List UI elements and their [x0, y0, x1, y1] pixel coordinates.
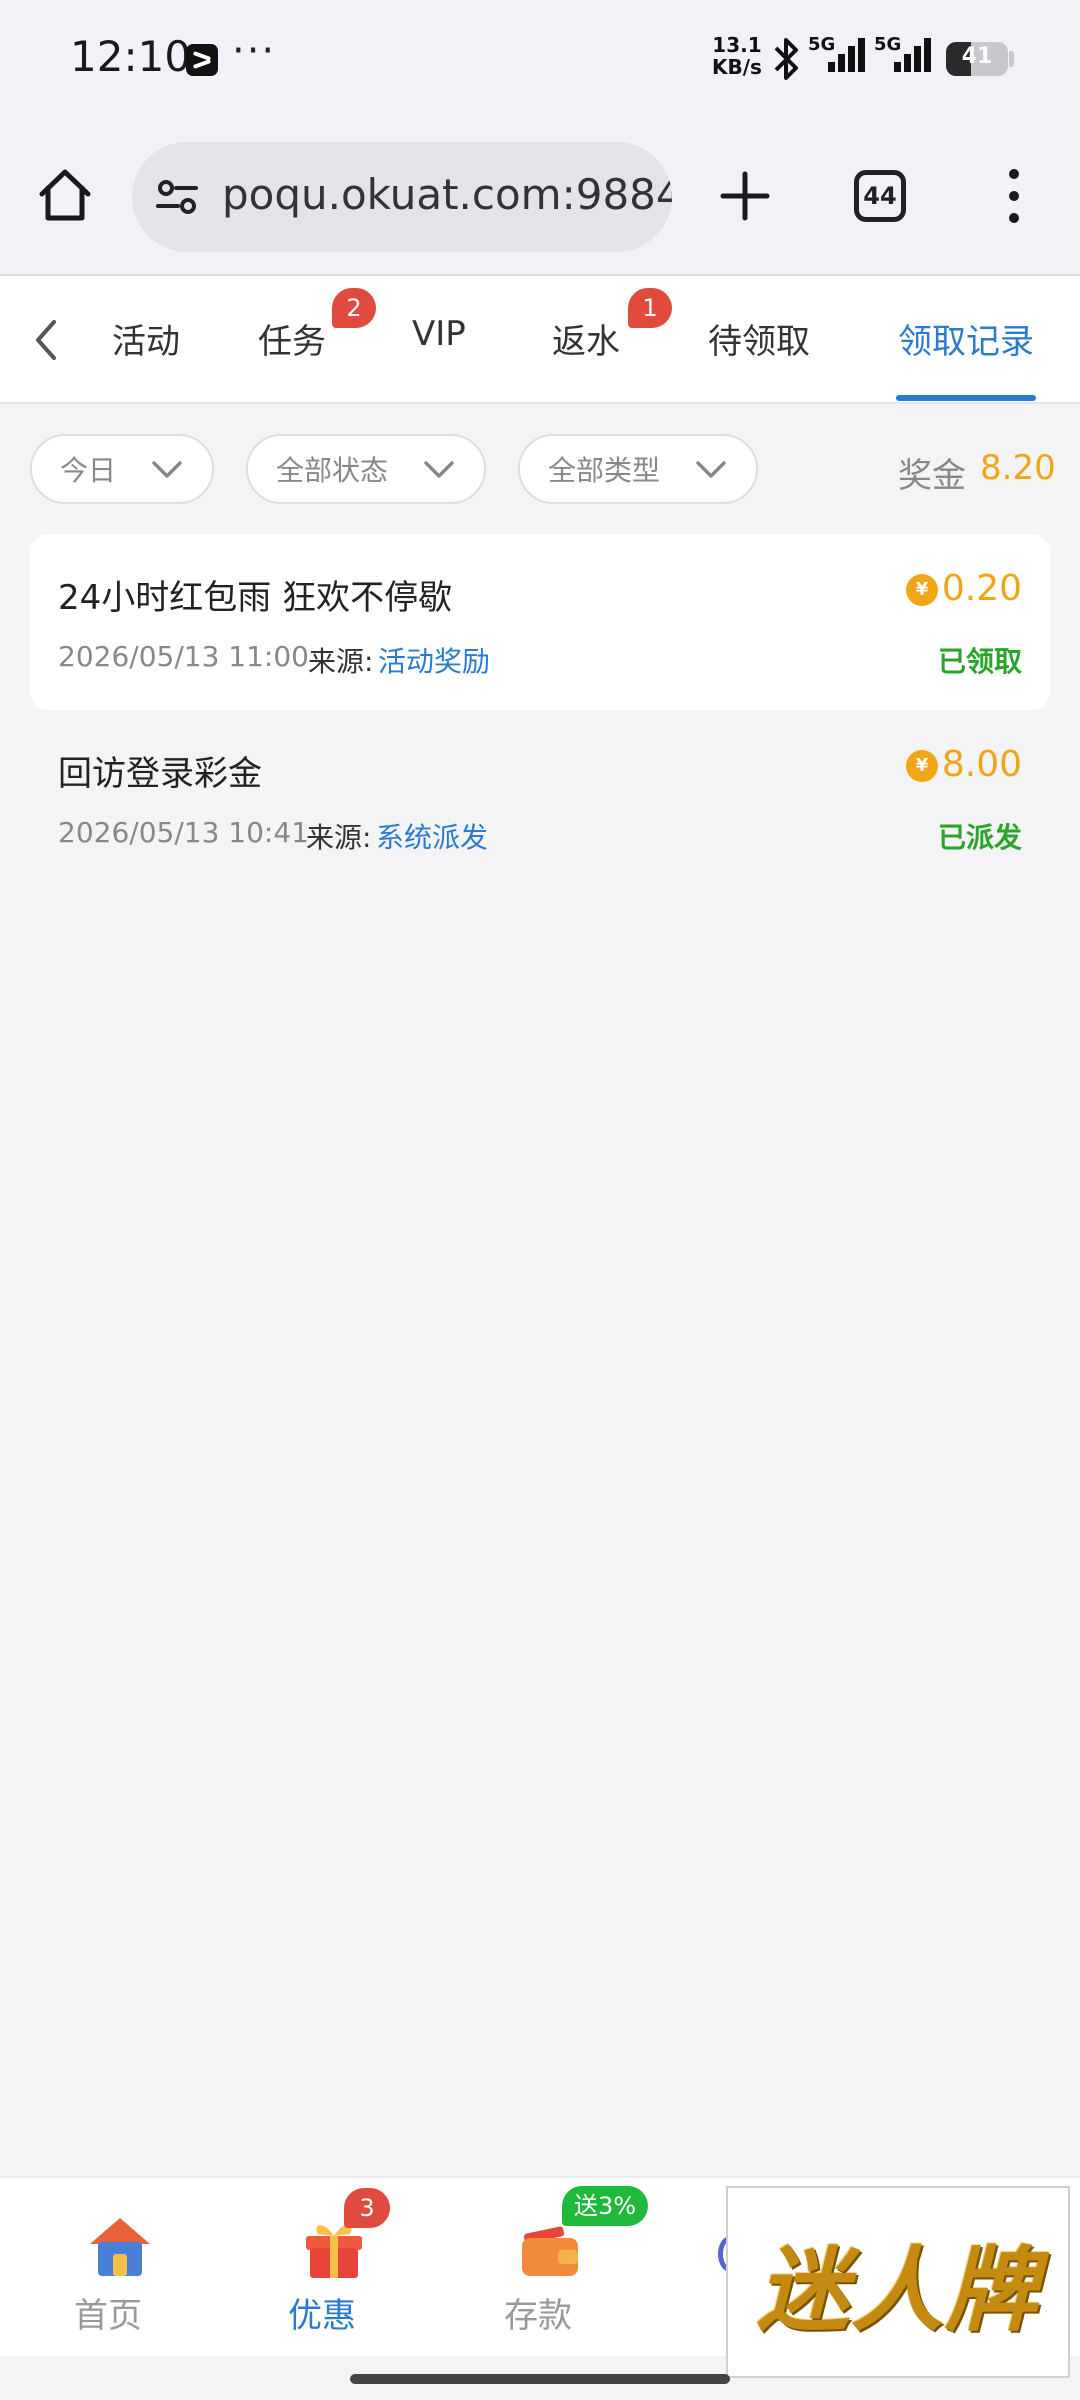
- record-source: 活动奖励: [378, 645, 491, 678]
- home-icon: [39, 169, 91, 221]
- address-bar[interactable]: poqu.okuat.com:9884: [132, 142, 672, 252]
- record-datetime: 2026/05/13 10:41: [58, 816, 309, 849]
- tab-vip[interactable]: VIP: [412, 314, 466, 354]
- nav-home[interactable]: 首页: [48, 2208, 168, 2338]
- network-speed-unit: KB/s: [712, 55, 762, 79]
- record-amount: 8.00: [941, 744, 1022, 785]
- record-item[interactable]: 回访登录彩金 2026/05/13 10:41 来源: 系统派发 ¥ 8.00 …: [30, 710, 1050, 886]
- record-title: 24小时红包雨 狂欢不停歇: [58, 578, 453, 618]
- nav-deposit[interactable]: 存款: [478, 2208, 598, 2338]
- chevron-down-icon: [424, 461, 454, 478]
- record-source: 系统派发: [376, 821, 489, 854]
- nav-promotions-label: 优惠: [288, 2296, 356, 2336]
- rebate-badge: 1: [628, 288, 672, 328]
- network-speed: 13.1 KB/s: [712, 34, 762, 78]
- bonus-total-value: 8.20: [980, 448, 1056, 488]
- status-filter[interactable]: 全部状态: [246, 434, 486, 504]
- url-text[interactable]: poqu.okuat.com:9884: [222, 170, 672, 219]
- category-tabs: 活动 任务 2 VIP 返水 1 待领取 领取记录: [0, 276, 1080, 404]
- tab-activity[interactable]: 活动: [112, 314, 180, 363]
- nav-home-label: 首页: [74, 2296, 142, 2336]
- deposit-promo-badge: 送3%: [562, 2186, 649, 2226]
- chevron-down-icon: [696, 461, 726, 478]
- record-item[interactable]: 24小时红包雨 狂欢不停歇 2026/05/13 11:00 来源: 活动奖励 …: [30, 534, 1050, 710]
- capcut-icon: [186, 44, 218, 76]
- type-filter-label: 全部类型: [548, 454, 661, 487]
- record-datetime: 2026/05/13 11:00: [58, 640, 309, 673]
- record-status: 已派发: [937, 821, 1022, 854]
- battery-icon: 41: [946, 42, 1008, 76]
- status-bar: 12:10 ··· 13.1 KB/s 5G 5G 41: [0, 0, 1080, 120]
- brand-logo: 迷人牌: [756, 2235, 1039, 2344]
- filter-bar: 今日 全部状态 全部类型 奖金 8.20: [0, 404, 1080, 530]
- status-time: 12:10: [70, 32, 192, 81]
- date-filter[interactable]: 今日: [30, 434, 214, 504]
- chevron-down-icon: [152, 461, 182, 478]
- overflow-menu-icon[interactable]: [994, 164, 1034, 228]
- signal-icon-sim2: 5G: [874, 34, 936, 80]
- home-button[interactable]: [30, 160, 100, 230]
- battery-tip: [1009, 51, 1014, 67]
- site-settings-icon[interactable]: [152, 172, 202, 222]
- gesture-bar[interactable]: [350, 2374, 730, 2384]
- browser-toolbar: poqu.okuat.com:9884 44: [0, 120, 1080, 276]
- record-source-label: 来源:: [308, 645, 374, 678]
- battery-level: 41: [961, 44, 993, 69]
- floating-logo-overlay[interactable]: 迷人牌: [726, 2186, 1070, 2378]
- tasks-badge: 2: [332, 288, 376, 328]
- status-filter-label: 全部状态: [276, 454, 389, 487]
- coin-icon: ¥: [906, 574, 938, 606]
- more-notifications-icon: ···: [232, 28, 277, 74]
- tab-tasks[interactable]: 任务: [258, 314, 326, 363]
- network-speed-value: 13.1: [712, 33, 762, 57]
- date-filter-label: 今日: [60, 454, 117, 487]
- active-tab-indicator: [896, 395, 1036, 401]
- house-icon: [90, 2218, 150, 2276]
- record-source-label: 来源:: [306, 821, 372, 854]
- record-title: 回访登录彩金: [58, 754, 262, 794]
- nav-deposit-label: 存款: [504, 2296, 572, 2336]
- tab-pending[interactable]: 待领取: [708, 314, 810, 363]
- record-status: 已领取: [937, 645, 1022, 678]
- bonus-total-label: 奖金: [898, 456, 966, 496]
- record-amount: 0.20: [941, 568, 1022, 609]
- tab-switcher-button[interactable]: 44: [854, 170, 906, 222]
- new-tab-icon[interactable]: [712, 160, 778, 232]
- back-arrow-icon[interactable]: [22, 310, 72, 370]
- signal-icon-sim1: 5G: [808, 34, 870, 80]
- tab-claim-history[interactable]: 领取记录: [898, 314, 1034, 363]
- coin-icon: ¥: [906, 750, 938, 782]
- bluetooth-icon: [774, 38, 798, 80]
- type-filter[interactable]: 全部类型: [518, 434, 758, 504]
- tab-rebate[interactable]: 返水: [552, 314, 620, 363]
- promotions-badge: 3: [344, 2188, 390, 2228]
